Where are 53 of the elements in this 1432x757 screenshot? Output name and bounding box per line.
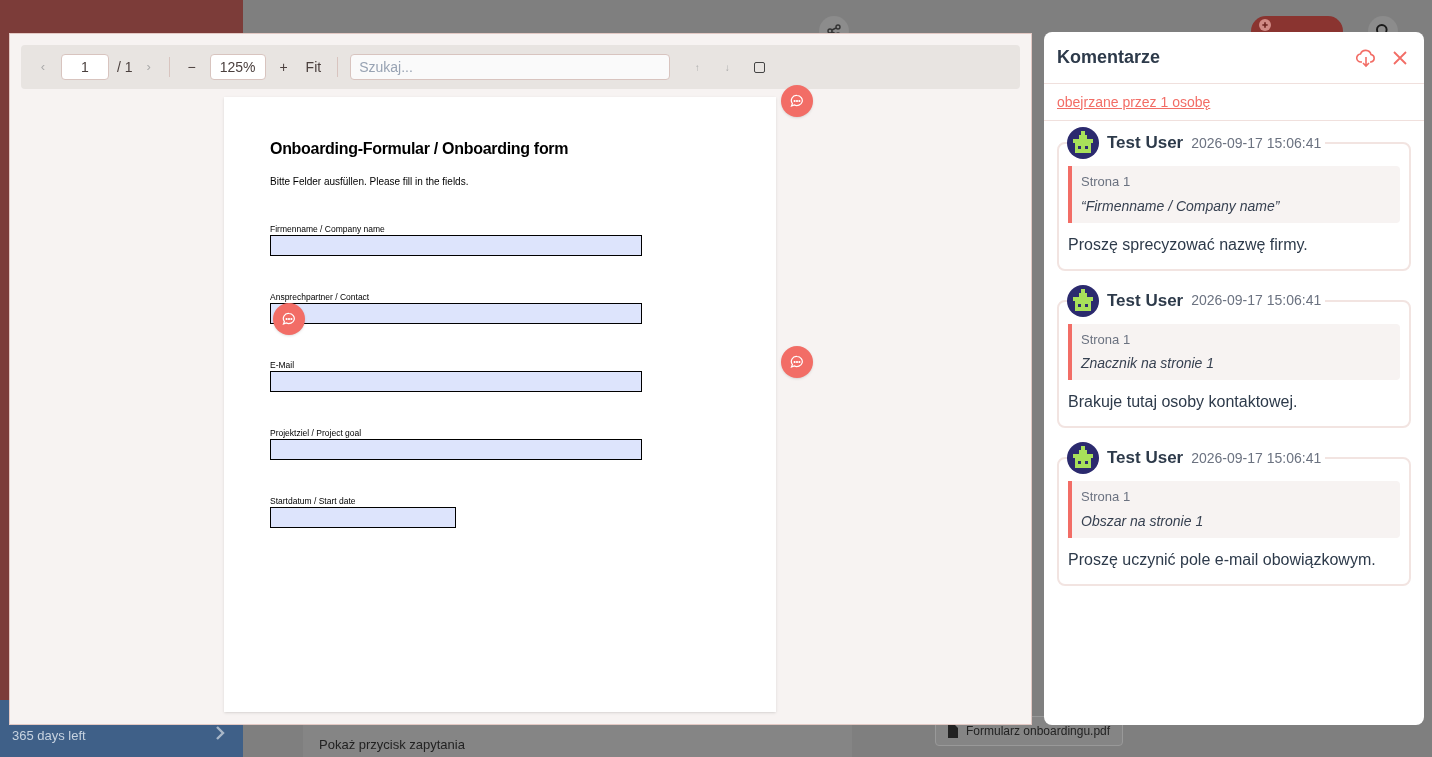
- comment-text: Proszę uczynić pole e-mail obowiązkowym.: [1068, 549, 1377, 570]
- comment-marker[interactable]: [781, 85, 813, 117]
- form-field[interactable]: [270, 371, 642, 392]
- checkbox[interactable]: [754, 61, 766, 73]
- option-label: Pokaż przycisk zapytania: [319, 737, 465, 752]
- document-intro: Bitte Felder ausfüllen. Please fill in the fields.: [270, 175, 470, 189]
- zoom-input[interactable]: 125%: [209, 54, 266, 80]
- avatar-icon: [1067, 284, 1099, 317]
- page-input[interactable]: 1: [61, 54, 109, 80]
- avatar-icon: [1067, 442, 1099, 474]
- plus-icon: [1259, 19, 1271, 31]
- comment-author: Test User: [1107, 132, 1184, 155]
- panel-title: Komentarze: [1057, 46, 1162, 69]
- comment-marker[interactable]: [781, 346, 813, 378]
- trial-text: 365 days left: [12, 726, 86, 745]
- comment-text: Brakuje tutaj osoby kontaktowej.: [1068, 392, 1299, 412]
- file-icon: [948, 724, 958, 738]
- fit-button[interactable]: Fit: [301, 56, 326, 78]
- form-field[interactable]: [270, 439, 642, 460]
- zoom-out-button[interactable]: −: [181, 56, 202, 78]
- comment-author: Test User: [1107, 447, 1184, 470]
- field-label: Ansprechpartner / Contact: [270, 291, 370, 303]
- comment-marker[interactable]: [273, 303, 305, 335]
- viewed-by-link[interactable]: obejrzane przez 1 osobę: [1057, 91, 1211, 113]
- quote-text: Obszar na stronie 1: [1081, 511, 1205, 531]
- chat-icon: [282, 312, 296, 326]
- comment-time: 2026-09-17 15:06:41: [1191, 448, 1322, 468]
- comment-text: Proszę sprecyzować nazwę firmy.: [1068, 234, 1309, 255]
- chat-icon: [790, 94, 804, 108]
- document-title: Onboarding-Formular / Onboarding form: [270, 139, 570, 159]
- quote-page: Strona 1: [1081, 173, 1132, 191]
- field-label: Startdatum / Start date: [270, 495, 356, 507]
- field-label: Projektziel / Project goal: [270, 427, 362, 439]
- quote-text: “Firmenname / Company name”: [1081, 196, 1281, 216]
- comment-time: 2026-09-17 15:06:41: [1191, 291, 1322, 310]
- field-label: Firmenname / Company name: [270, 223, 385, 235]
- close-icon[interactable]: [1392, 49, 1408, 66]
- form-field[interactable]: [270, 507, 456, 528]
- zoom-in-button[interactable]: +: [273, 56, 294, 78]
- avatar-icon: [1067, 127, 1099, 159]
- attachment-name: Formularz onboardingu.pdf: [966, 723, 1111, 740]
- comment-time: 2026-09-17 15:06:41: [1191, 133, 1322, 153]
- chat-icon: [790, 355, 804, 369]
- quote-text: Znacznik na stronie 1: [1081, 354, 1216, 373]
- comment-author: Test User: [1107, 289, 1184, 312]
- field-label: E-Mail: [270, 359, 295, 371]
- download-icon[interactable]: [1356, 47, 1376, 68]
- search-field[interactable]: Szukaj...: [350, 54, 671, 80]
- quote-page: Strona 1: [1081, 330, 1132, 349]
- form-field[interactable]: [270, 235, 642, 256]
- page-count: / 1: [117, 57, 133, 77]
- quote-page: Strona 1: [1081, 488, 1132, 506]
- form-field[interactable]: [270, 303, 642, 324]
